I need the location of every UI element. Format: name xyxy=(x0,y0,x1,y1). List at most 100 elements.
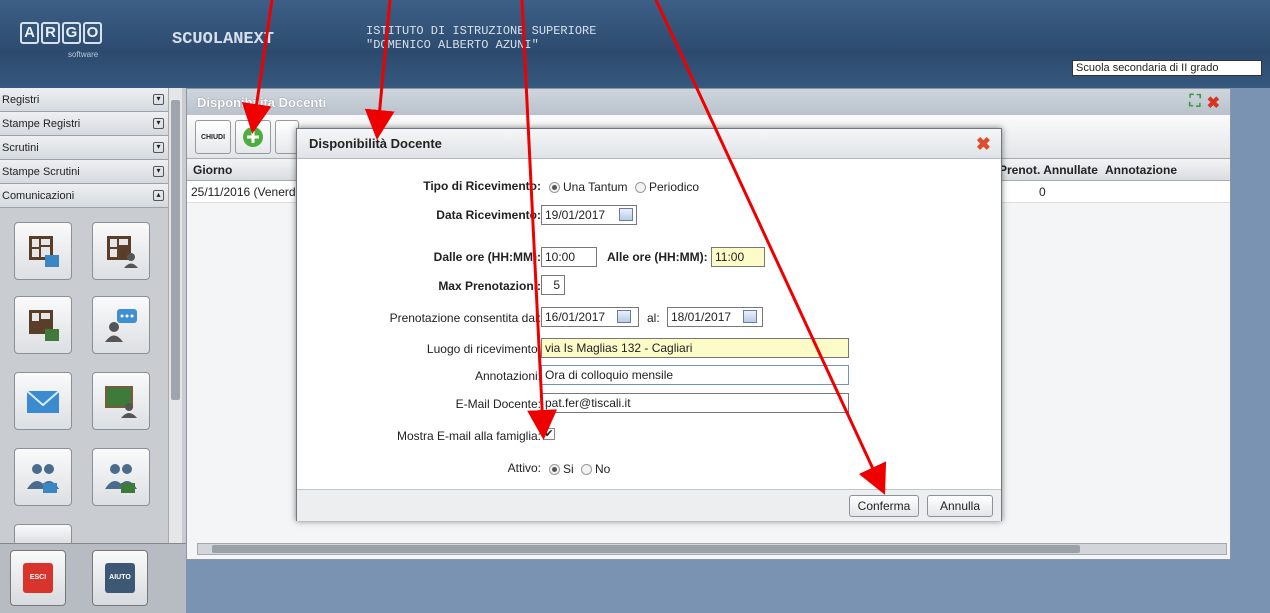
school-type-select[interactable]: Scuola secondaria di II grado xyxy=(1072,60,1262,76)
group-icon xyxy=(27,464,59,493)
calendar-icon[interactable] xyxy=(619,208,633,221)
logo-letter: O xyxy=(83,22,102,44)
logo-subtitle: software xyxy=(68,50,99,59)
families-class-tile[interactable] xyxy=(92,448,150,506)
luogo-label: Luogo di ricevimento: xyxy=(426,342,541,356)
plus-icon xyxy=(243,127,263,147)
mostra-email-checkbox[interactable]: ✔ xyxy=(543,428,555,440)
messages-tile[interactable] xyxy=(92,296,150,354)
sidebar-bottom-bar: ESCI AIUTO xyxy=(0,543,186,613)
collapse-icon[interactable]: ▴ xyxy=(153,190,164,201)
cell-giorno: 25/11/2016 (Venerdi xyxy=(191,185,299,199)
radio-dot xyxy=(549,181,560,193)
sidebar-item-label: Stampe Scrutini xyxy=(2,165,80,178)
al-label: al: xyxy=(647,311,660,325)
disponibilita-dialog: Disponibilità Docente ✖ Tipo di Ricevime… xyxy=(296,128,1002,521)
radio-periodico[interactable]: Periodico xyxy=(635,180,699,194)
maximize-icon[interactable]: ⛶ xyxy=(1189,93,1200,113)
radio-no[interactable]: No xyxy=(581,462,610,476)
school-line-1: ISTITUTO DI ISTRUZIONE SUPERIORE xyxy=(366,24,597,38)
dialog-body: Tipo di Ricevimento: Una Tantum Periodic… xyxy=(297,159,1001,489)
email-label: E-Mail Docente: xyxy=(455,397,541,411)
max-prenotazioni-input[interactable]: 5 xyxy=(541,275,565,295)
bacheca-class-tile[interactable] xyxy=(14,296,72,354)
sidebar-item-stampe-scrutini[interactable]: Stampe Scrutini ▾ xyxy=(0,160,168,184)
sidebar-item-comunicazioni[interactable]: Comunicazioni ▴ xyxy=(0,184,168,208)
logo-letter: G xyxy=(62,22,81,44)
expand-icon[interactable]: ▾ xyxy=(153,142,164,153)
chat-user-icon xyxy=(105,309,137,342)
mostra-email-label: Mostra E-mail alla famiglia: xyxy=(396,429,541,443)
radio-si[interactable]: Si xyxy=(549,462,574,476)
scroll-thumb[interactable] xyxy=(212,545,1080,553)
radio-dot xyxy=(581,463,592,475)
conferma-button[interactable]: Conferma xyxy=(849,495,919,517)
school-name: ISTITUTO DI ISTRUZIONE SUPERIORE "DOMENI… xyxy=(366,24,596,52)
sidebar-item-scrutini[interactable]: Scrutini ▾ xyxy=(0,136,168,160)
window-controls: ⛶ ✖ xyxy=(1189,93,1220,113)
sidebar-item-label: Scrutini xyxy=(2,141,39,154)
logo-letter: A xyxy=(20,22,39,44)
email-input[interactable]: pat.fer@tiscali.it xyxy=(541,393,849,413)
column-header-giorno[interactable]: Giorno xyxy=(193,163,232,177)
annotazioni-label: Annotazioni: xyxy=(474,369,541,383)
app-name: SCUOLANEXT xyxy=(172,30,275,49)
radio-dot xyxy=(635,181,646,193)
sidebar-item-label: Stampe Registri xyxy=(2,117,81,130)
expand-icon[interactable]: ▾ xyxy=(153,94,164,105)
aiuto-button[interactable]: AIUTO xyxy=(92,550,148,606)
column-header-annotazione[interactable]: Annotazione xyxy=(1105,163,1177,177)
mail-tile[interactable] xyxy=(14,372,72,430)
aiuto-label: AIUTO xyxy=(105,563,135,593)
logo-letter: R xyxy=(41,22,60,44)
chiudi-button[interactable]: CHIUDI xyxy=(195,120,231,154)
radio-label: Una Tantum xyxy=(563,180,628,194)
sidebar: Registri ▾ Stampe Registri ▾ Scrutini ▾ Sta… xyxy=(0,88,186,613)
expand-icon[interactable]: ▾ xyxy=(153,166,164,177)
partial-tile[interactable] xyxy=(14,524,72,543)
add-button[interactable] xyxy=(235,120,271,154)
families-tile[interactable] xyxy=(14,448,72,506)
expand-icon[interactable]: ▾ xyxy=(153,118,164,129)
bulletin-user-icon xyxy=(107,236,138,268)
bacheca-tile[interactable] xyxy=(14,222,72,280)
alle-ore-input[interactable]: 11:00 xyxy=(711,247,765,267)
attivo-label: Attivo: xyxy=(507,461,541,475)
sidebar-item-stampe-registri[interactable]: Stampe Registri ▾ xyxy=(0,112,168,136)
sidebar-item-label: Registri xyxy=(2,93,40,106)
dalle-ore-input[interactable]: 10:00 xyxy=(541,247,597,267)
close-icon[interactable]: ✖ xyxy=(976,134,991,155)
radio-label: No xyxy=(595,462,611,476)
max-prenotazioni-label: Max Prenotazioni: xyxy=(438,279,541,293)
close-icon[interactable]: ✖ xyxy=(1207,93,1220,113)
column-header-annullate[interactable]: Prenot. Annullate xyxy=(999,163,1098,177)
annotazioni-input[interactable]: Ora di colloquio mensile xyxy=(541,365,849,385)
horizontal-scrollbar[interactable] xyxy=(197,543,1227,555)
bulletin-board-icon xyxy=(29,236,59,267)
calendar-icon[interactable] xyxy=(743,310,757,323)
prenotazione-dal-label: Prenotazione consentita dal: xyxy=(389,311,541,325)
radio-label: Periodico xyxy=(649,180,700,194)
dalle-ore-label: Dalle ore (HH:MM): xyxy=(433,250,541,264)
school-line-2: "DOMENICO ALBERTO AZUNI" xyxy=(366,38,539,52)
classroom-tile[interactable] xyxy=(92,372,150,430)
esci-button[interactable]: ESCI xyxy=(10,550,66,606)
envelope-icon xyxy=(26,390,60,413)
radio-una-tantum[interactable]: Una Tantum xyxy=(549,180,627,194)
cell-annullate: 0 xyxy=(1039,185,1046,199)
data-ricevimento-label: Data Ricevimento: xyxy=(436,208,541,222)
bulletin-class-icon xyxy=(29,310,59,341)
radio-label: Si xyxy=(563,462,574,476)
esci-label: ESCI xyxy=(23,563,53,593)
sidebar-scrollbar[interactable] xyxy=(168,88,182,543)
blackboard-user-icon xyxy=(105,386,137,418)
annulla-button[interactable]: Annulla xyxy=(927,495,993,517)
app-header: A R G O software SCUOLANEXT ISTITUTO DI … xyxy=(0,0,1270,88)
sidebar-item-registri[interactable]: Registri ▾ xyxy=(0,88,168,112)
calendar-icon[interactable] xyxy=(617,310,631,323)
scroll-thumb[interactable] xyxy=(171,100,180,400)
panel-title: Disponibilita Docenti xyxy=(187,89,1230,115)
luogo-input[interactable]: via Is Maglias 132 - Cagliari xyxy=(541,338,849,358)
dialog-footer: Conferma Annulla xyxy=(297,489,1001,521)
bacheca-user-tile[interactable] xyxy=(92,222,150,280)
